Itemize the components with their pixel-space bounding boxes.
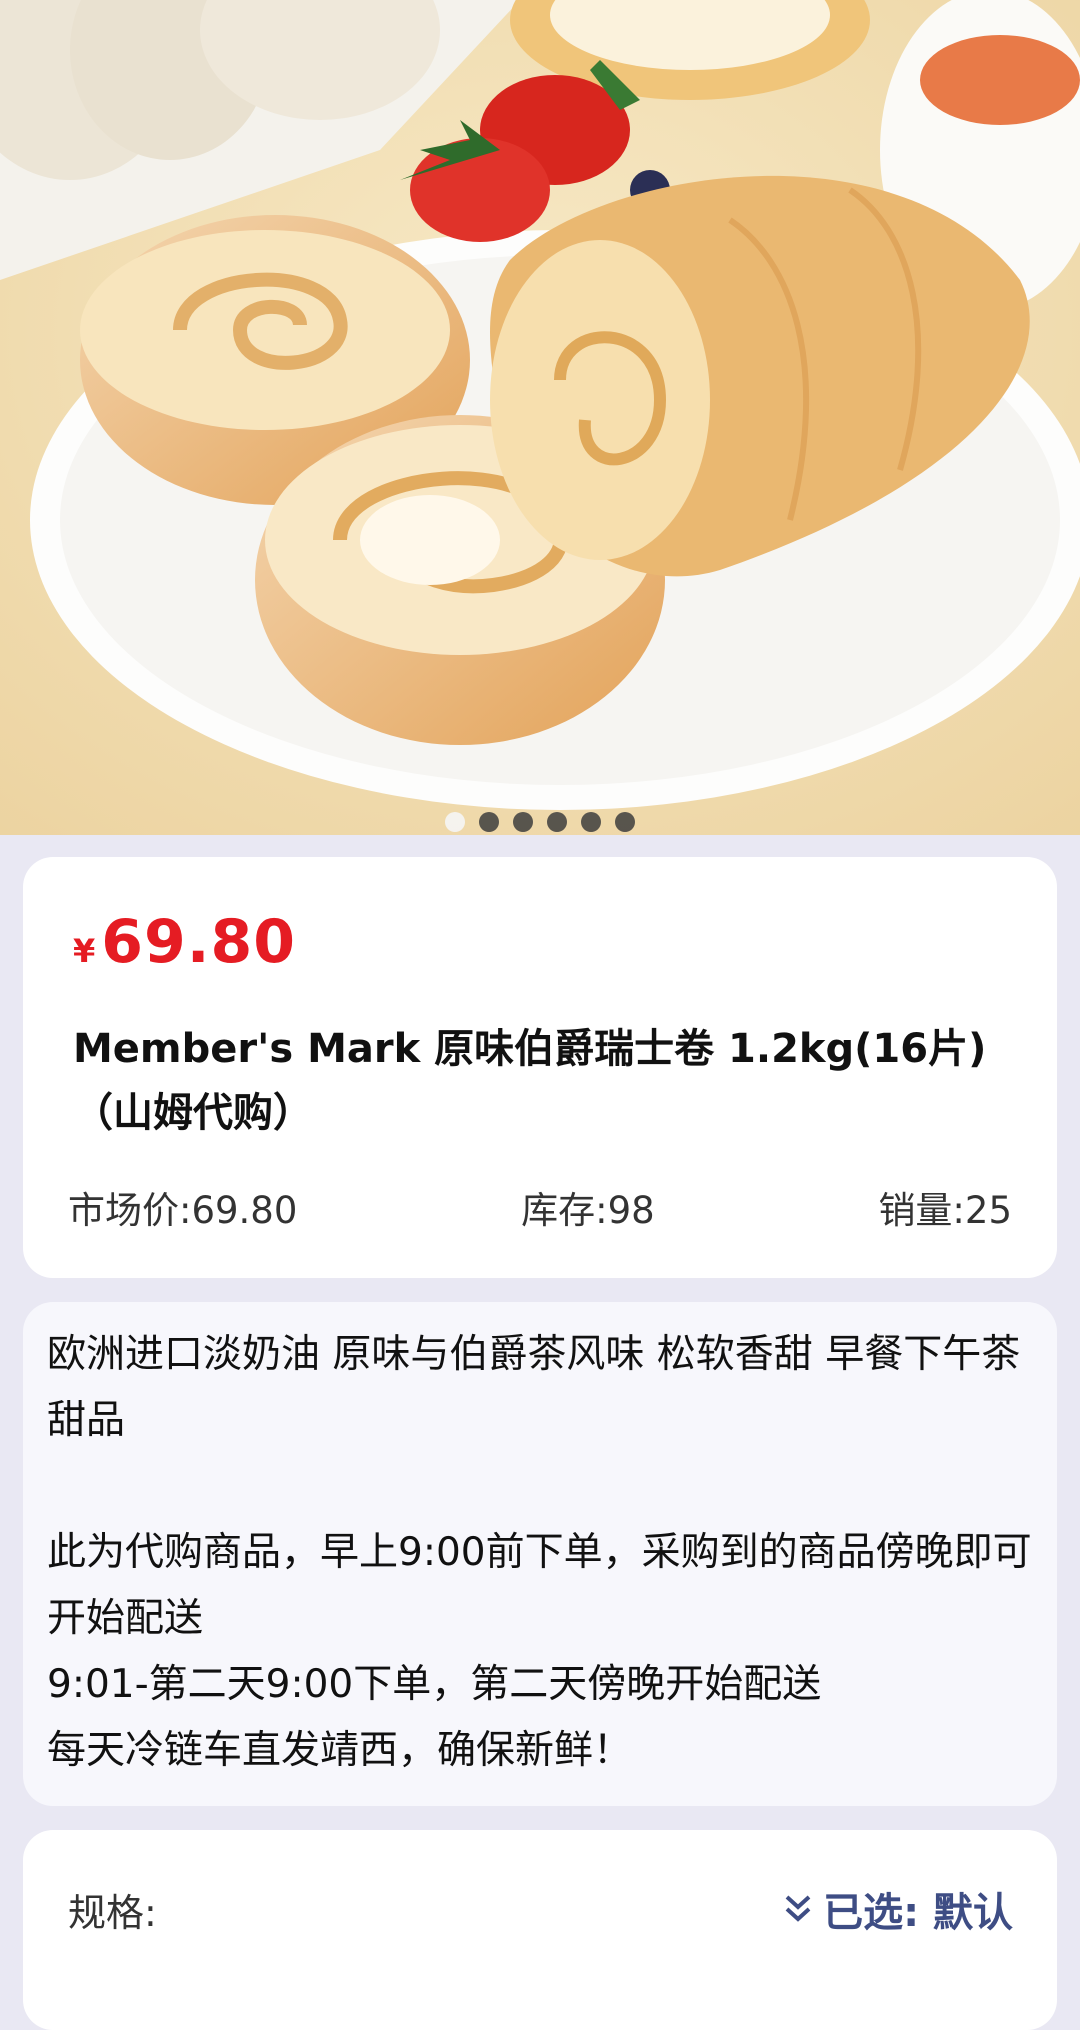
spec-selected-value: 已选: 默认 <box>823 1890 1013 1936</box>
carousel-dot[interactable] <box>615 812 635 832</box>
product-meta-row: 市场价:69.80 库存:98 销量:25 <box>68 1180 1012 1234</box>
product-photo <box>0 0 1080 835</box>
carousel-dot[interactable] <box>479 812 499 832</box>
product-description: 欧洲进口淡奶油 原味与伯爵茶风味 松软香甜 早餐下午茶甜品 此为代购商品，早上9… <box>47 1332 1032 1773</box>
product-price: ¥69.80 <box>73 907 296 977</box>
spec-selected[interactable]: 已选: 默认 <box>783 1880 1013 1938</box>
currency-symbol: ¥ <box>73 932 96 970</box>
product-info-card: ¥69.80 Member's Mark 原味伯爵瑞士卷 1.2kg(16片)（… <box>23 857 1057 1278</box>
price-value: 69.80 <box>101 907 297 977</box>
stock-count: 库存:98 <box>521 1189 655 1232</box>
spec-selector[interactable]: 规格: 已选: 默认 <box>23 1830 1057 2030</box>
sales-count: 销量:25 <box>878 1189 1012 1232</box>
market-price: 市场价:69.80 <box>68 1189 298 1232</box>
spec-label: 规格: <box>68 1891 157 1935</box>
carousel-indicator[interactable] <box>0 812 1080 832</box>
carousel-dot[interactable] <box>513 812 533 832</box>
product-description-card: 欧洲进口淡奶油 原味与伯爵茶风味 松软香甜 早餐下午茶甜品 此为代购商品，早上9… <box>23 1302 1057 1806</box>
carousel-dot[interactable] <box>581 812 601 832</box>
double-chevron-down-icon <box>785 1895 811 1922</box>
carousel-dot[interactable] <box>445 812 465 832</box>
carousel-dot[interactable] <box>547 812 567 832</box>
product-title: Member's Mark 原味伯爵瑞士卷 1.2kg(16片)（山姆代购） <box>73 1026 987 1136</box>
product-image-gallery[interactable] <box>0 0 1080 835</box>
